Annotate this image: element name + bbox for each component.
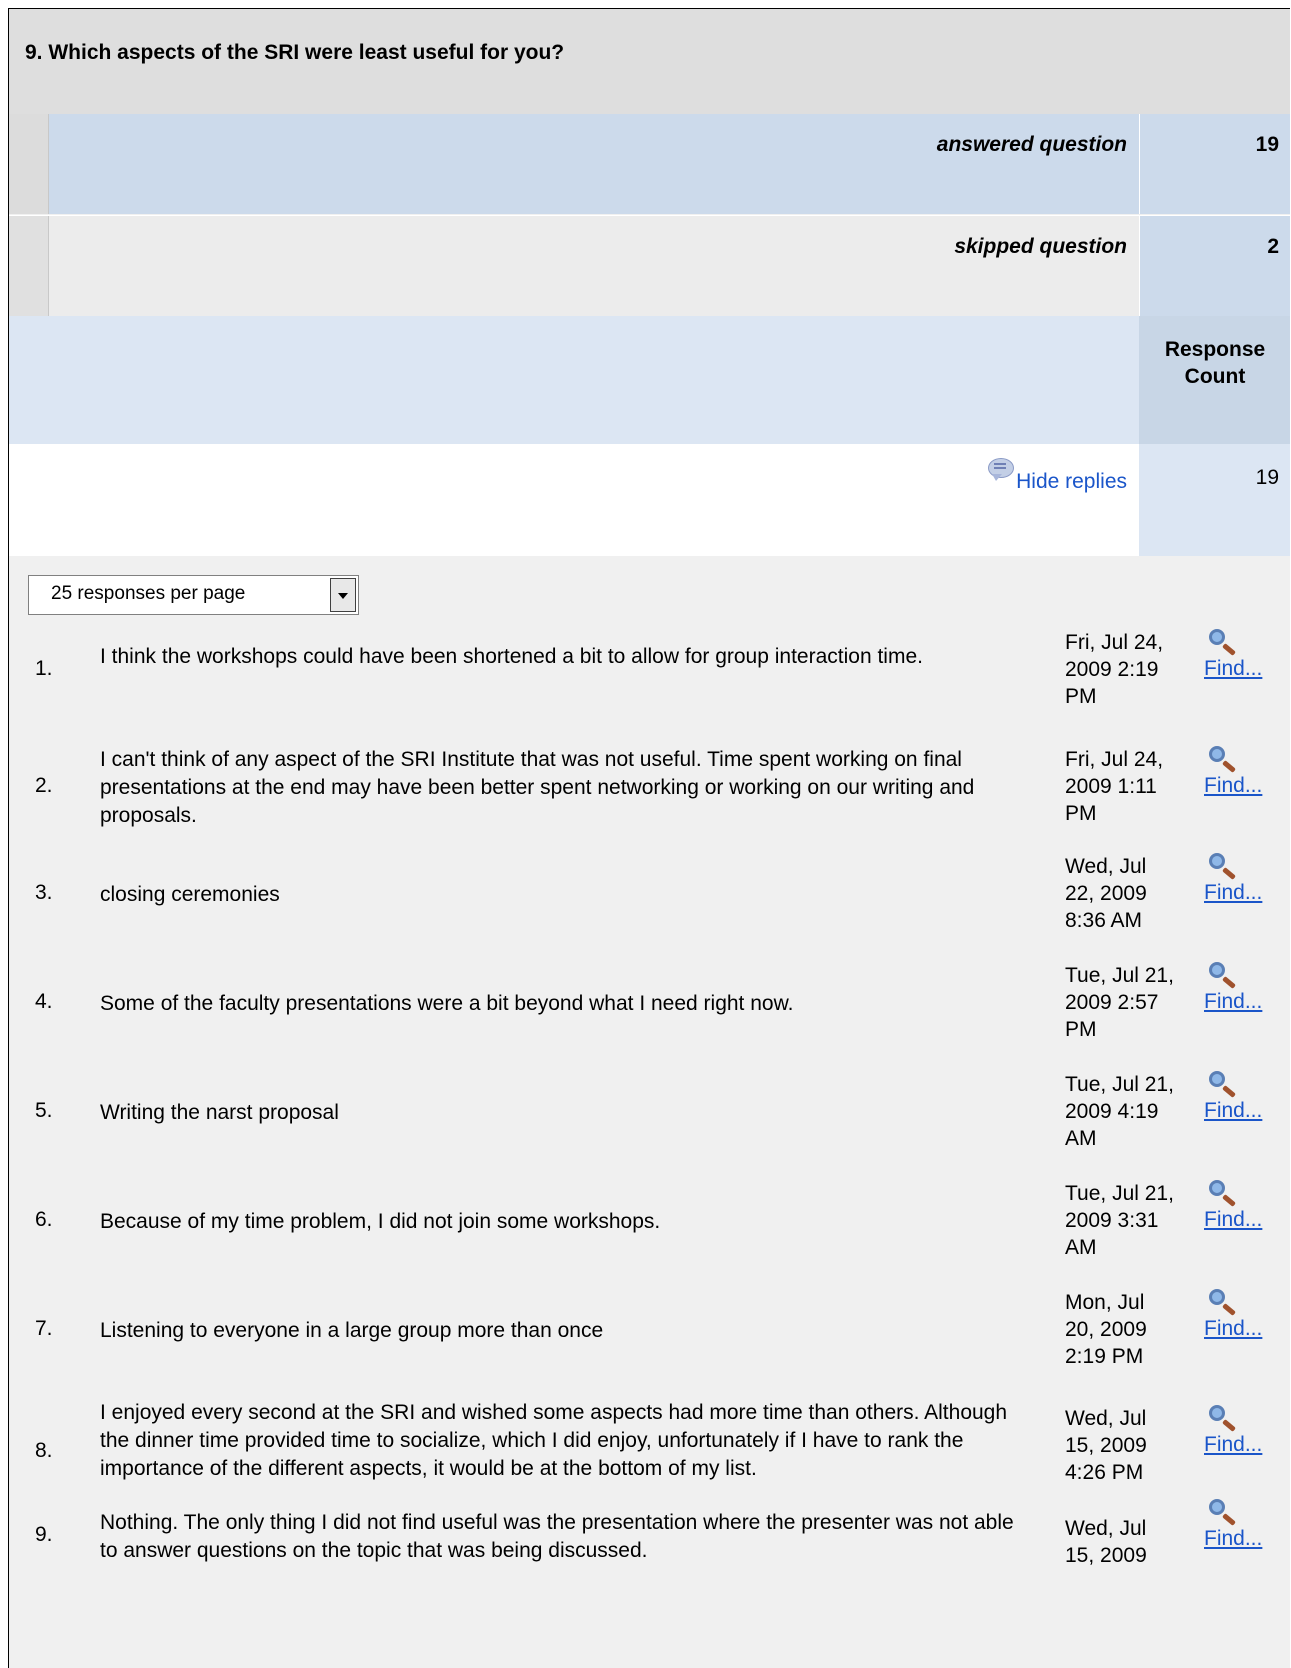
response-number: 5. [35,1099,53,1122]
magnifier-icon[interactable] [1207,1499,1243,1531]
skipped-label: skipped question [954,235,1127,258]
magnifier-icon[interactable] [1207,746,1243,778]
find-control[interactable]: Find... [1204,629,1284,681]
response-number: 9. [35,1523,53,1546]
magnifier-icon[interactable] [1207,962,1243,994]
response-text: Writing the narst proposal [100,1101,339,1124]
response-date: Tue, Jul 21, 2009 2:57 PM [1065,964,1174,1041]
skipped-row: skipped question 2 [9,215,1290,316]
response-date: Wed, Jul 22, 2009 8:36 AM [1065,855,1147,932]
response-date: Tue, Jul 21, 2009 4:19 AM [1065,1073,1174,1150]
question-panel: 9. Which aspects of the SRI were least u… [8,8,1290,1668]
find-control[interactable]: Find... [1204,1071,1284,1123]
responses-per-page-value: 25 responses per page [51,583,246,604]
response-date: Mon, Jul 20, 2009 2:19 PM [1065,1291,1147,1368]
response-date: Tue, Jul 21, 2009 3:31 AM [1065,1182,1174,1259]
response-number: 3. [35,881,53,904]
row-gutter [9,216,49,316]
response-text: I enjoyed every second at the SRI and wi… [100,1401,1008,1480]
response-text: I think the workshops could have been sh… [100,645,923,668]
reply-bubble-icon [988,458,1016,484]
replies-count: 19 [1139,444,1290,556]
replies-row: Hide replies 19 [9,444,1290,556]
response-date: Wed, Jul 15, 2009 [1065,1517,1147,1567]
answered-row: answered question 19 [9,114,1290,214]
responses-per-page-select[interactable]: 25 responses per page [28,575,359,615]
magnifier-icon[interactable] [1207,853,1243,885]
response-date: Fri, Jul 24, 2009 2:19 PM [1065,631,1164,708]
response-number: 2. [35,774,53,797]
answered-value: 19 [1139,114,1290,214]
response-text: closing ceremonies [100,883,280,906]
response-number: 8. [35,1439,53,1462]
skipped-value: 2 [1139,216,1290,316]
response-date: Fri, Jul 24, 2009 1:11 PM [1065,748,1164,825]
magnifier-icon[interactable] [1207,1289,1243,1321]
response-text: Because of my time problem, I did not jo… [100,1210,661,1233]
response-text: Nothing. The only thing I did not find u… [100,1511,1014,1562]
find-control[interactable]: Find... [1204,962,1284,1014]
magnifier-icon[interactable] [1207,1180,1243,1212]
find-control[interactable]: Find... [1204,746,1284,798]
response-text: Some of the faculty presentations were a… [100,992,794,1015]
question-title: 9. Which aspects of the SRI were least u… [9,9,1290,114]
response-number: 6. [35,1208,53,1231]
dropdown-arrow-icon[interactable] [330,578,356,612]
find-control[interactable]: Find... [1204,1405,1284,1457]
response-number: 4. [35,990,53,1013]
response-text: Listening to everyone in a large group m… [100,1319,604,1342]
hide-replies-link[interactable]: Hide replies [1016,470,1127,493]
response-number: 1. [35,657,53,680]
response-date: Wed, Jul 15, 2009 4:26 PM [1065,1407,1147,1484]
magnifier-icon[interactable] [1207,1405,1243,1437]
response-text: I can't think of any aspect of the SRI I… [100,748,975,827]
table-header-row: Response Count [9,316,1290,444]
row-gutter [9,114,49,214]
magnifier-icon[interactable] [1207,1071,1243,1103]
answered-label: answered question [936,133,1127,156]
magnifier-icon[interactable] [1207,629,1243,661]
hide-replies-control[interactable]: Hide replies [949,458,1127,502]
find-control[interactable]: Find... [1204,853,1284,905]
response-count-header: Response Count [1139,316,1290,444]
find-control[interactable]: Find... [1204,1180,1284,1232]
find-control[interactable]: Find... [1204,1499,1284,1551]
response-number: 7. [35,1317,53,1340]
find-control[interactable]: Find... [1204,1289,1284,1341]
